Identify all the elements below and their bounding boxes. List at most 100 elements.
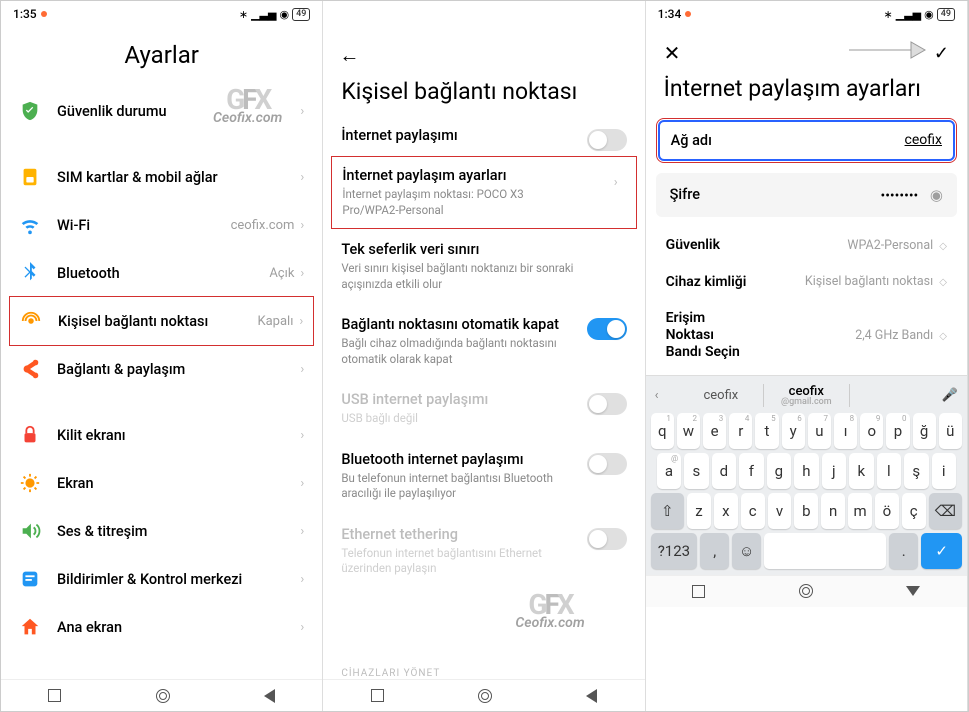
key-ş[interactable]: ş: [904, 453, 928, 489]
row-title: USB internet paylaşımı: [341, 391, 626, 408]
lock-icon: [19, 424, 41, 446]
hotspot-row[interactable]: İnternet paylaşımı: [323, 115, 644, 156]
key-ö[interactable]: ö: [875, 493, 899, 529]
nav-home-icon[interactable]: [478, 689, 492, 703]
key-h[interactable]: h: [794, 453, 818, 489]
nav-back-icon[interactable]: [586, 689, 597, 703]
settings-row-bt[interactable]: BluetoothAçık›: [1, 249, 322, 297]
back-icon[interactable]: ←: [339, 43, 367, 68]
chevron-right-icon: ›: [300, 428, 304, 443]
key-backspace[interactable]: ⌫: [929, 493, 962, 529]
key-g[interactable]: g: [767, 453, 791, 489]
hotspot-list: İnternet paylaşımıİnternet paylaşım ayar…: [323, 115, 644, 654]
nav-recents-icon[interactable]: [48, 689, 61, 702]
chevron-right-icon: ›: [300, 476, 304, 491]
key-go[interactable]: ✓: [921, 533, 962, 569]
option-row[interactable]: GüvenlikWPA2-Personal ◇: [646, 227, 967, 264]
row-title: İnternet paylaşım ayarları: [342, 167, 625, 184]
row-subtitle: Veri sınırı kişisel bağlantı noktanızı b…: [341, 261, 626, 292]
key-c[interactable]: c: [741, 493, 765, 529]
toggle[interactable]: [587, 393, 627, 415]
status-icons: ∗ ▁▃▅ ◉ 49: [239, 8, 310, 21]
key-ç[interactable]: ç: [902, 493, 926, 529]
key-w[interactable]: w2: [677, 413, 700, 449]
key-space[interactable]: [764, 533, 886, 569]
settings-row-sound[interactable]: Ses & titreşim›: [1, 507, 322, 555]
hotspot-row[interactable]: Bağlantı noktasını otomatik kapatBağlı c…: [323, 304, 644, 379]
settings-row-display[interactable]: Ekran›: [1, 459, 322, 507]
settings-row-hotspot[interactable]: Kişisel bağlantı noktasıKapalı›: [9, 296, 314, 346]
toggle[interactable]: [587, 129, 627, 151]
settings-list: Güvenlik durumu› SIM kartlar & mobil ağla…: [1, 87, 322, 679]
nav-recents-icon[interactable]: [371, 689, 384, 702]
key-ğ[interactable]: ğ: [913, 413, 936, 449]
settings-row-sim[interactable]: SIM kartlar & mobil ağlar›: [1, 153, 322, 201]
key-z[interactable]: z: [687, 493, 711, 529]
key-p[interactable]: p0: [886, 413, 909, 449]
key-e[interactable]: e3: [703, 413, 726, 449]
mic-icon[interactable]: 🎤: [934, 388, 958, 403]
key-comma[interactable]: ,: [700, 533, 729, 569]
key-i[interactable]: i: [932, 453, 956, 489]
hotspot-row[interactable]: USB internet paylaşımıUSB bağlı değil: [323, 379, 644, 439]
hotspot-row[interactable]: İnternet paylaşım ayarlarıİnternet payla…: [331, 156, 636, 229]
chevron-left-icon[interactable]: ‹: [655, 388, 679, 403]
eye-icon[interactable]: ◉: [930, 186, 943, 204]
nav-home-icon[interactable]: [799, 584, 813, 598]
nav-recents-icon[interactable]: [692, 585, 705, 598]
settings-row-lock[interactable]: Kilit ekranı›: [1, 411, 322, 459]
field-value: ••••••••: [880, 188, 918, 204]
key-numbers[interactable]: ?123: [651, 533, 697, 569]
hotspot-icon: [20, 310, 42, 332]
key-b[interactable]: b: [794, 493, 818, 529]
suggestion-main[interactable]: ceofix @gmail.com: [763, 384, 849, 407]
key-a[interactable]: a@: [657, 453, 681, 489]
key-x[interactable]: x: [714, 493, 738, 529]
key-r[interactable]: r4: [729, 413, 752, 449]
settings-row-share[interactable]: Bağlantı & paylaşım›: [1, 345, 322, 393]
nav-hide-keyboard-icon[interactable]: [906, 586, 920, 596]
confirm-icon[interactable]: ✓: [934, 43, 949, 64]
key-m[interactable]: m: [848, 493, 872, 529]
settings-row-shield[interactable]: Güvenlik durumu›: [1, 87, 322, 135]
key-ü[interactable]: ü: [939, 413, 962, 449]
key-shift[interactable]: ⇧: [651, 493, 684, 529]
toggle[interactable]: [587, 528, 627, 550]
option-row[interactable]: ErişimNoktasıBandı Seçin2,4 GHz Bandı ◇: [646, 300, 967, 370]
network-name-field[interactable]: Ağ adı ceofix: [656, 118, 957, 163]
key-f[interactable]: f: [739, 453, 763, 489]
key-k[interactable]: k: [849, 453, 873, 489]
suggestion[interactable]: ceofix: [679, 388, 763, 403]
hotspot-row[interactable]: Ethernet tetheringTelefonun internet bağ…: [323, 514, 644, 589]
key-t[interactable]: t5: [755, 413, 778, 449]
settings-row-home[interactable]: Ana ekran›: [1, 603, 322, 651]
chevron-right-icon: ›: [300, 104, 304, 119]
wifi-icon: [19, 214, 41, 236]
key-dot[interactable]: .: [889, 533, 918, 569]
key-j[interactable]: j: [822, 453, 846, 489]
hotspot-row[interactable]: Tek seferlik veri sınırıVeri sınırı kişi…: [323, 229, 644, 304]
key-o[interactable]: o9: [860, 413, 883, 449]
password-field[interactable]: Şifre •••••••• ◉: [656, 173, 957, 217]
key-q[interactable]: q1: [651, 413, 674, 449]
toggle[interactable]: [587, 318, 627, 340]
key-s[interactable]: s: [684, 453, 708, 489]
nav-home-icon[interactable]: [156, 689, 170, 703]
key-v[interactable]: v: [768, 493, 792, 529]
key-ı[interactable]: ı8: [834, 413, 857, 449]
key-emoji[interactable]: ☺: [732, 533, 761, 569]
key-n[interactable]: n: [821, 493, 845, 529]
close-icon[interactable]: ✕: [664, 41, 681, 65]
sound-icon: [19, 520, 41, 542]
key-l[interactable]: l: [877, 453, 901, 489]
settings-row-wifi[interactable]: Wi-Ficeofix.com›: [1, 201, 322, 249]
key-u[interactable]: u7: [808, 413, 831, 449]
settings-row-notif[interactable]: Bildirimler & Kontrol merkezi›: [1, 555, 322, 603]
hotspot-row[interactable]: Bluetooth internet paylaşımıBu telefonun…: [323, 439, 644, 514]
toggle[interactable]: [587, 453, 627, 475]
key-d[interactable]: d: [712, 453, 736, 489]
key-y[interactable]: y6: [782, 413, 805, 449]
row-label: SIM kartlar & mobil ağlar: [57, 169, 300, 186]
nav-back-icon[interactable]: [264, 689, 275, 703]
option-row[interactable]: Cihaz kimliğiKişisel bağlantı noktası ◇: [646, 264, 967, 301]
